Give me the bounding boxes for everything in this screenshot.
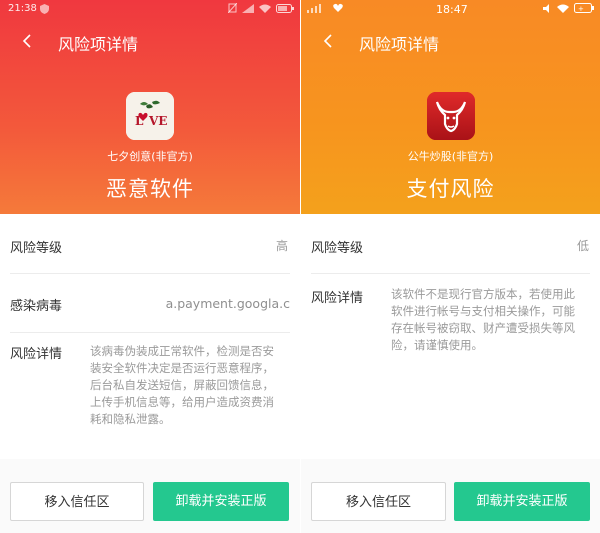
svg-text:VE: VE (148, 114, 167, 128)
risk-level-value: 高 (275, 239, 288, 253)
status-bar: 18:47 + (301, 0, 600, 18)
app-icon: L VE (126, 92, 174, 140)
action-bar: 移入信任区 卸载并安装正版 (301, 459, 600, 533)
wifi-icon (557, 4, 569, 16)
sim-off-icon (227, 2, 238, 16)
svg-text:+: + (578, 5, 584, 13)
risk-details: 风险等级 低 风险详情 该软件不是现行官方版本，若使用此 软件进行帐号与支付相关… (301, 214, 600, 459)
wifi-icon (259, 4, 271, 16)
detail-line: 存在帐号被窃取、财产遭受损失等风 (391, 321, 575, 335)
virus-row: 感染病毒 a.payment.googla.c (10, 274, 290, 333)
uninstall-reinstall-button[interactable]: 卸载并安装正版 (153, 482, 289, 521)
risk-level-label: 风险等级 (311, 241, 364, 256)
left-screen: 21:38 风险项详情 L VE 七夕创意(非官方) 恶意软件 风险等级 高 感… (0, 0, 300, 533)
status-time: 18:47 (436, 3, 468, 16)
mute-icon (543, 3, 552, 16)
risk-details: 风险等级 高 感染病毒 a.payment.googla.c 风险详情 该病毒伪… (0, 214, 300, 459)
app-name: 七夕创意(非官方) (107, 150, 193, 163)
back-arrow-icon[interactable] (319, 30, 339, 52)
navigation-bar: 风险项详情 (301, 26, 600, 56)
detail-line: 后台私自发送短信，屏蔽回馈信息， (90, 378, 274, 392)
risk-type: 支付风险 (406, 177, 495, 201)
action-bar: 移入信任区 卸载并安装正版 (0, 459, 300, 533)
risk-detail-label: 风险详情 (311, 291, 364, 306)
detail-line: 该病毒伪装成正常软件，检测是否安 (90, 344, 274, 358)
right-screen: 18:47 + 风险项详情 公牛炒股(非官方) 支付风险 风险等级 低 风险详情… (301, 0, 600, 533)
risk-detail-row: 风险详情 该病毒伪装成正常软件，检测是否安 装安全软件决定是否运行恶意程序， 后… (10, 333, 290, 458)
status-time: 21:38 (8, 3, 37, 14)
detail-line: 装安全软件决定是否运行恶意程序， (90, 361, 274, 375)
status-icons: + (543, 3, 594, 16)
risk-detail-text: 该软件不是现行官方版本，若使用此 软件进行帐号与支付相关操作，可能 存在帐号被窃… (391, 286, 600, 354)
risk-header: 18:47 + 风险项详情 公牛炒股(非官方) 支付风险 (301, 0, 600, 214)
detail-line: 上传手机信息等，给用户造成资费消 (90, 395, 274, 409)
detail-line: 险，请谨慎使用。 (391, 338, 483, 352)
move-to-trust-button[interactable]: 移入信任区 (311, 482, 446, 521)
heart-shield-icon (333, 3, 343, 16)
risk-detail-text: 该病毒伪装成正常软件，检测是否安 装安全软件决定是否运行恶意程序， 后台私自发送… (90, 343, 300, 428)
battery-icon: + (574, 3, 594, 16)
bull-app-icon (426, 92, 475, 140)
navigation-bar: 风险项详情 (0, 26, 300, 56)
risk-detail-row: 风险详情 该软件不是现行官方版本，若使用此 软件进行帐号与支付相关操作，可能 存… (311, 274, 590, 459)
risk-type: 恶意软件 (106, 177, 194, 201)
uninstall-reinstall-button[interactable]: 卸载并安装正版 (454, 482, 590, 521)
status-bar: 21:38 (0, 0, 300, 18)
page-title: 风险项详情 (58, 35, 139, 54)
risk-detail-label: 风险详情 (10, 347, 63, 362)
signal-icon (242, 3, 254, 16)
status-icons (227, 2, 294, 16)
back-arrow-icon[interactable] (18, 30, 38, 52)
risk-level-row: 风险等级 低 (311, 214, 590, 274)
virus-value: a.payment.googla.c (165, 296, 290, 311)
shield-status-icon (40, 4, 49, 17)
risk-level-value: 低 (576, 239, 589, 253)
risk-level-row: 风险等级 高 (10, 214, 290, 274)
move-to-trust-button[interactable]: 移入信任区 (10, 482, 144, 521)
page-title: 风险项详情 (359, 35, 440, 54)
risk-level-label: 风险等级 (10, 241, 63, 256)
detail-line: 该软件不是现行官方版本，若使用此 (391, 287, 575, 301)
detail-line: 耗和隐私泄露。 (90, 412, 171, 426)
detail-line: 软件进行帐号与支付相关操作，可能 (391, 304, 575, 318)
risk-header: 21:38 风险项详情 L VE 七夕创意(非官方) 恶意软件 (0, 0, 300, 214)
battery-icon (276, 3, 294, 16)
signal-icon (307, 4, 323, 16)
app-name: 公牛炒股(非官方) (407, 150, 494, 163)
virus-label: 感染病毒 (10, 299, 63, 314)
